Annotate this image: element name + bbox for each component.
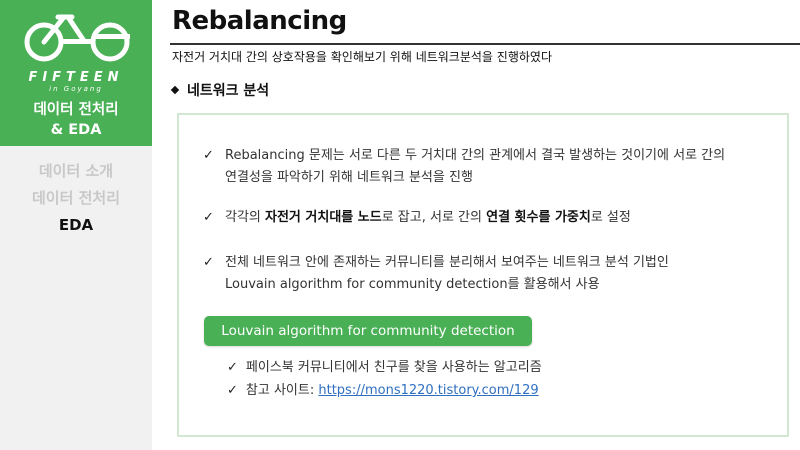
text-segment: 로 설정 [590,210,631,225]
algorithm-label-badge: Louvain algorithm for community detectio… [204,316,532,346]
text-segment: 각각의 [225,210,266,225]
sub-list-item: ✓ 참고 사이트: https://mons1220.tistory.com/12… [227,381,539,401]
emphasis-text: 자전거 거치대를 노드 [265,210,382,225]
check-icon: ✓ [227,383,238,398]
text-line: Rebalancing 문제는 서로 다른 두 거치대 간의 관계에서 결국 발… [225,148,726,163]
text-segment: 로 잡고, 서로 간의 [381,210,487,225]
logo-wordmark: FIFTEEN [28,70,124,85]
check-icon: ✓ [227,360,238,375]
section-title-line2: & EDA [50,122,102,138]
sub-list-item: ✓ 페이스북 커뮤니티에서 친구를 찾을 사용하는 알고리즘 [227,358,542,378]
sub-item-text: 참고 사이트: [245,383,319,398]
reference-link[interactable]: https://mons1220.tistory.com/129 [318,383,538,398]
brand-panel: FIFTEEN in Goyang 데이터 전처리 & EDA [0,0,152,146]
bicycle-logo-icon [24,14,130,62]
list-item-text: 전체 네트워크 안에 존재하는 커뮤니티를 분리해서 보여주는 네트워크 분석 … [225,252,669,296]
list-item-text: 각각의 자전거 거치대를 노드로 잡고, 서로 간의 연결 횟수를 가중치로 설… [225,207,631,229]
page-subtitle: 자전거 거치대 간의 상호작용을 확인해보기 위해 네트워크분석을 진행하였다 [172,50,552,64]
section-heading: 네트워크 분석 [170,80,270,100]
section-heading-text: 네트워크 분석 [187,83,270,99]
page-title: Rebalancing [172,6,347,36]
sidebar: FIFTEEN in Goyang 데이터 전처리 & EDA 데이터 소개 데… [0,0,152,450]
sidebar-item-eda[interactable]: EDA [0,212,152,239]
text-line: 연결성을 파악하기 위해 네트워크 분석을 진행 [225,170,473,185]
text-line: 전체 네트워크 안에 존재하는 커뮤니티를 분리해서 보여주는 네트워크 분석 … [225,255,669,270]
check-icon: ✓ [203,148,214,163]
sidebar-nav: 데이터 소개 데이터 전처리 EDA [0,158,152,239]
diamond-bullet-icon [170,85,180,95]
sidebar-item-data-intro[interactable]: 데이터 소개 [0,158,152,185]
title-divider [170,43,800,45]
check-icon: ✓ [203,255,214,270]
logo-subline: in Goyang [49,85,103,93]
check-icon: ✓ [203,210,214,225]
emphasis-text: 연결 횟수를 가중치 [486,210,591,225]
section-title-line1: 데이터 전처리 [33,102,119,118]
text-line: Louvain algorithm for community detectio… [225,277,600,292]
list-item-text: Rebalancing 문제는 서로 다른 두 거치대 간의 관계에서 결국 발… [225,145,725,189]
sidebar-section-title: 데이터 전처리 & EDA [0,100,152,140]
content-box: ✓ Rebalancing 문제는 서로 다른 두 거치대 간의 관계에서 결국… [177,113,789,437]
sidebar-item-preprocessing[interactable]: 데이터 전처리 [0,185,152,212]
sub-item-text: 페이스북 커뮤니티에서 친구를 찾을 사용하는 알고리즘 [245,360,542,375]
